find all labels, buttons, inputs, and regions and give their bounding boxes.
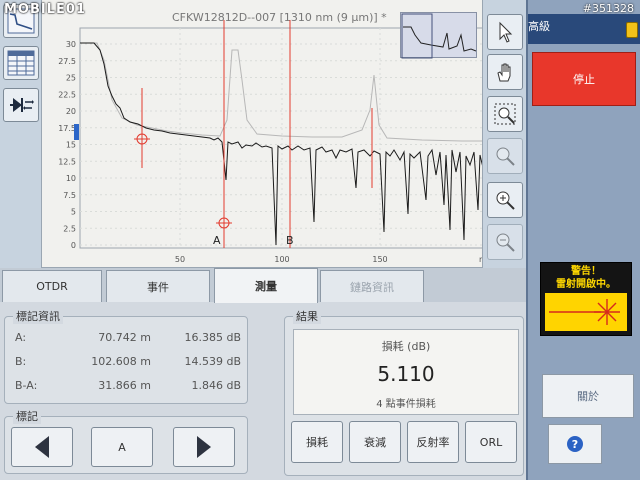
x-tick-label: 100 (274, 255, 289, 264)
tab-otdr[interactable]: OTDR (2, 270, 102, 302)
result-display: 損耗 (dB) 5.110 4 點事件損耗 (293, 329, 519, 415)
y-tick-label: 2.5 (63, 224, 76, 233)
table-view-button[interactable] (3, 46, 39, 80)
marker-info-group: 標記資訊 A: 70.742 m 16.385 dB B: 102.608 m … (4, 308, 248, 404)
laser-hazard-icon (545, 293, 627, 331)
side-panel: 高級 停止 警告！ 雷射開啟中。 關於 ? (526, 0, 640, 480)
help-icon: ? (567, 436, 583, 452)
results-group: 結果 損耗 (dB) 5.110 4 點事件損耗 損耗 衰減 反射率 ORL (284, 308, 524, 476)
stop-button[interactable]: 停止 (532, 52, 636, 106)
result-title: 損耗 (dB) (381, 340, 431, 353)
right-toolbar (482, 0, 526, 268)
zoom-reset-icon (496, 147, 515, 166)
scroll-handle[interactable] (74, 124, 79, 140)
y-tick-label: 0 (71, 241, 76, 250)
event-icon (10, 98, 34, 112)
zoom-in-icon (496, 191, 515, 210)
y-tick-label: 25 (66, 74, 76, 83)
reflectance-button[interactable]: 反射率 (407, 421, 459, 463)
orl-button[interactable]: ORL (465, 421, 517, 463)
tab-link-info[interactable]: 鏈路資訊 (320, 270, 424, 302)
marker-a-label: A (213, 234, 221, 247)
otdr-graph[interactable]: CFKW12812D--007 [1310 nm (9 µm)] * 30 27.… (42, 0, 482, 268)
y-tick-label: 7.5 (63, 191, 76, 200)
pointer-icon (499, 21, 513, 43)
x-tick-label: 50 (175, 255, 185, 264)
marker-control-group: 標記 A (4, 408, 248, 474)
zoom-out-button[interactable] (487, 224, 523, 260)
left-toolbar (0, 0, 42, 268)
user-level-label: 高級 (528, 20, 550, 33)
y-tick-label: 12.5 (58, 157, 76, 166)
tab-bar: OTDR 事件 測量 鏈路資訊 (0, 268, 526, 303)
zoom-in-button[interactable] (487, 182, 523, 218)
y-tick-label: 15 (66, 141, 76, 150)
marker-info-legend: 標記資訊 (13, 308, 63, 324)
arrow-right-icon (197, 436, 211, 458)
overview-thumbnail[interactable] (400, 12, 477, 59)
watermark-logo: MOBILE01 (4, 2, 86, 17)
marker-prev-button[interactable] (11, 427, 73, 467)
results-legend: 結果 (293, 308, 321, 324)
marker-next-button[interactable] (173, 427, 235, 467)
bottom-panel: OTDR 事件 測量 鏈路資訊 標記資訊 A: 70.742 m 16.385 … (0, 268, 526, 480)
x-tick-label: 150 (372, 255, 387, 264)
crosshair-a-icon[interactable] (216, 215, 232, 231)
arrow-left-icon (35, 436, 49, 458)
y-tick-label: 20 (66, 107, 76, 116)
y-tick-label: 22.5 (58, 90, 76, 99)
pan-tool-button[interactable] (487, 54, 523, 90)
y-tick-label: 30 (66, 40, 76, 49)
y-tick-label: 17.5 (58, 124, 76, 133)
tab-events[interactable]: 事件 (106, 270, 210, 302)
marker-control-legend: 標記 (13, 408, 41, 424)
warning-title: 警告！ (571, 266, 601, 277)
y-tick-label: 27.5 (58, 57, 76, 66)
marker-b-label: B (286, 234, 294, 247)
user-level-header: 高級 (528, 14, 640, 44)
watermark-id: #351328 (582, 2, 634, 15)
zoom-reset-button[interactable] (487, 138, 523, 174)
attenuation-button[interactable]: 衰減 (349, 421, 401, 463)
zoom-out-icon (496, 233, 515, 252)
pointer-tool-button[interactable] (487, 14, 523, 50)
zoom-area-icon (494, 103, 516, 125)
y-tick-label: 5 (71, 208, 76, 217)
y-tick-label: 10 (66, 174, 76, 183)
zoom-area-button[interactable] (487, 96, 523, 132)
tab-measure[interactable]: 測量 (214, 268, 318, 303)
about-button[interactable]: 關於 (542, 374, 634, 418)
marker-select-button[interactable]: A (91, 427, 153, 467)
laser-warning-panel: 警告！ 雷射開啟中。 (540, 262, 632, 336)
lock-icon[interactable] (626, 22, 638, 38)
result-value: 5.110 (377, 362, 435, 386)
help-button[interactable]: ? (548, 424, 602, 464)
hand-pan-icon (497, 63, 511, 82)
table-view-icon (7, 50, 35, 76)
loss-button[interactable]: 損耗 (291, 421, 343, 463)
result-subtitle: 4 點事件損耗 (376, 399, 436, 410)
event-button[interactable] (3, 88, 39, 122)
warning-message: 雷射開啟中。 (556, 279, 616, 290)
